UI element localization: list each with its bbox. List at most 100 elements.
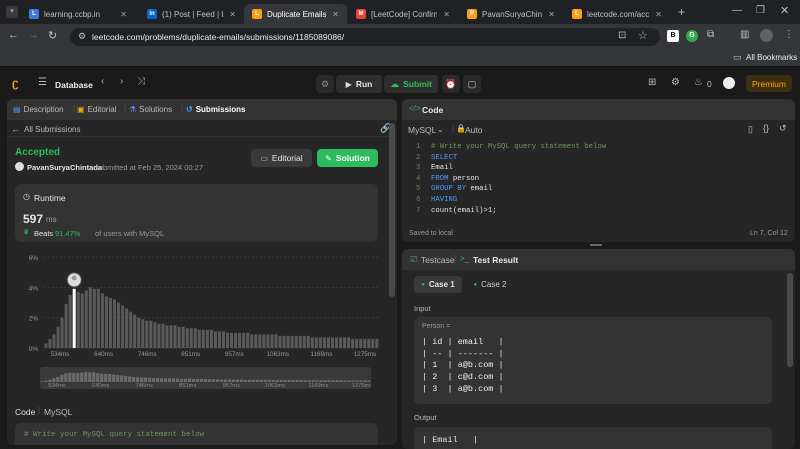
browser-tab[interactable]: Lleetcode.com/accou✕: [564, 4, 670, 24]
test-scrollbar[interactable]: [787, 273, 793, 367]
code-text: Email: [431, 164, 453, 173]
code-text: GROUP BY email: [431, 185, 492, 193]
user-avatar[interactable]: [723, 77, 735, 89]
run-button[interactable]: ▶ Run: [336, 75, 382, 93]
overview-bar: [40, 381, 44, 382]
bar: [242, 332, 246, 348]
side-panel-icon[interactable]: ▥: [740, 29, 749, 40]
back-arrow-icon[interactable]: ←: [11, 124, 20, 134]
overview-bar: [351, 380, 355, 382]
back-icon[interactable]: ←: [8, 29, 19, 41]
problem-list-icon[interactable]: ☰: [38, 77, 47, 88]
tab-testcase[interactable]: Testcase: [421, 255, 455, 265]
github-icon: P: [467, 9, 477, 19]
bar: [286, 335, 290, 348]
case-1-tab[interactable]: ● Case 1: [414, 276, 462, 293]
settings-icon[interactable]: ⚙: [671, 77, 680, 88]
overview-bar: [167, 378, 172, 382]
all-bookmarks-link[interactable]: All Bookmarks: [746, 53, 797, 62]
history-icon: ↺: [186, 105, 193, 114]
overview-bar: [88, 372, 92, 382]
tab-test-result[interactable]: Test Result: [473, 255, 518, 265]
leetcode-logo-icon[interactable]: ʗ: [12, 76, 25, 90]
panel-scrollbar[interactable]: [389, 123, 395, 297]
browser-tab[interactable]: P PavanSuryaChintada✕: [459, 4, 563, 24]
profile-avatar[interactable]: [760, 29, 773, 42]
tab-search-icon[interactable]: ▾: [6, 6, 18, 18]
streak-fire-icon[interactable]: ♨: [694, 77, 703, 88]
close-tab-icon[interactable]: ✕: [437, 10, 450, 19]
grammarly-icon[interactable]: G: [686, 30, 698, 42]
forward-icon[interactable]: →: [28, 29, 39, 41]
resize-handle[interactable]: [590, 244, 602, 246]
browser-tab[interactable]: Llearning.ccbp.in ✕: [21, 4, 135, 24]
next-problem-icon[interactable]: ›: [120, 76, 123, 87]
bar: [278, 335, 282, 348]
overview-bar: [175, 378, 180, 382]
shuffle-icon[interactable]: ⤨: [137, 76, 145, 87]
minimize-icon[interactable]: —: [732, 5, 742, 16]
submitted-code-block[interactable]: # Write your MySQL query statement below: [15, 423, 378, 445]
extension-icon[interactable]: B: [667, 30, 679, 42]
reload-icon[interactable]: ↻: [48, 29, 57, 42]
bookmark-star-icon[interactable]: ☆: [638, 29, 648, 42]
menu-icon[interactable]: ⋮: [784, 29, 794, 40]
close-tab-icon[interactable]: ✕: [649, 10, 662, 19]
solution-button[interactable]: ✎ Solution: [317, 149, 378, 167]
auto-mode[interactable]: Auto: [465, 125, 483, 135]
close-tab-icon[interactable]: ✕: [326, 10, 339, 19]
url-field[interactable]: ⚙ leetcode.com/problems/duplicate-emails…: [70, 28, 660, 46]
table-row: | 3 | a@b.com |: [422, 383, 504, 394]
bar: [92, 288, 96, 348]
close-tab-icon[interactable]: ✕: [223, 10, 236, 19]
format-braces-icon[interactable]: {}: [763, 123, 769, 133]
overview-bar: [100, 373, 104, 382]
tab-editorial[interactable]: ▣ Editorial: [77, 105, 116, 114]
tab-title: leetcode.com/accou: [587, 9, 650, 19]
overview-bar: [139, 377, 144, 382]
new-tab-button[interactable]: +: [678, 5, 685, 19]
problem-list-title[interactable]: Database: [55, 80, 93, 90]
extensions-icon[interactable]: ⧉: [707, 29, 714, 40]
timer-icon[interactable]: ⏰: [442, 75, 460, 93]
chevron-down-icon[interactable]: ⌄: [437, 125, 444, 134]
bar: [68, 294, 72, 348]
prev-problem-icon[interactable]: ‹: [101, 76, 104, 87]
bar: [64, 304, 68, 348]
browser-tab[interactable]: in (1) Post | Feed | Linke✕: [139, 4, 244, 24]
x-tick-label: 640ms: [94, 351, 113, 358]
site-info-icon[interactable]: ⚙: [78, 31, 86, 42]
notes-icon[interactable]: ▢: [463, 75, 481, 93]
code-text: HAVING: [431, 196, 458, 204]
tab-description[interactable]: ▤ Description: [13, 105, 64, 114]
submit-button[interactable]: ☁ Submit: [384, 75, 438, 93]
browser-tab[interactable]: L Duplicate Emails - Le✕: [244, 4, 347, 24]
browser-tab[interactable]: M [LeetCode] Confirm E✕: [348, 4, 458, 24]
pass-dot-icon: ●: [473, 281, 478, 288]
submitter-name[interactable]: PavanSuryaChintada: [27, 163, 102, 172]
overview-bar: [311, 380, 315, 382]
tab-solutions[interactable]: ⚗ Solutions: [129, 105, 172, 114]
overview-bar: [96, 373, 100, 382]
reset-icon[interactable]: ↺: [779, 123, 787, 134]
close-tab-icon[interactable]: ✕: [542, 10, 555, 19]
language-select[interactable]: MySQL: [408, 125, 436, 135]
cast-icon[interactable]: ⊡: [618, 30, 626, 41]
premium-button[interactable]: Premium: [746, 75, 792, 92]
editorial-button[interactable]: ▭ Editorial: [251, 149, 312, 167]
keyword: FROM: [431, 174, 449, 183]
restore-icon[interactable]: ❐: [756, 5, 765, 16]
overview-bar: [80, 372, 84, 382]
runtime-card[interactable]: ◷ Runtime 597 ms ♛ Beats 91.47% of users…: [15, 184, 378, 242]
close-window-icon[interactable]: ✕: [780, 4, 789, 17]
tab-submissions[interactable]: ↺ Submissions: [186, 105, 246, 114]
bookmark-icon[interactable]: ▯: [748, 124, 753, 135]
layout-icon[interactable]: ⊞: [648, 77, 656, 88]
close-tab-icon[interactable]: ✕: [114, 10, 127, 19]
bar: [322, 337, 326, 348]
debug-icon[interactable]: ⚙: [316, 75, 334, 93]
checkbox-icon: ☑: [410, 255, 418, 264]
case-2-tab[interactable]: ● Case 2: [470, 276, 510, 293]
language-label: MySQL: [44, 407, 73, 417]
all-submissions-link[interactable]: All Submissions: [24, 125, 80, 134]
